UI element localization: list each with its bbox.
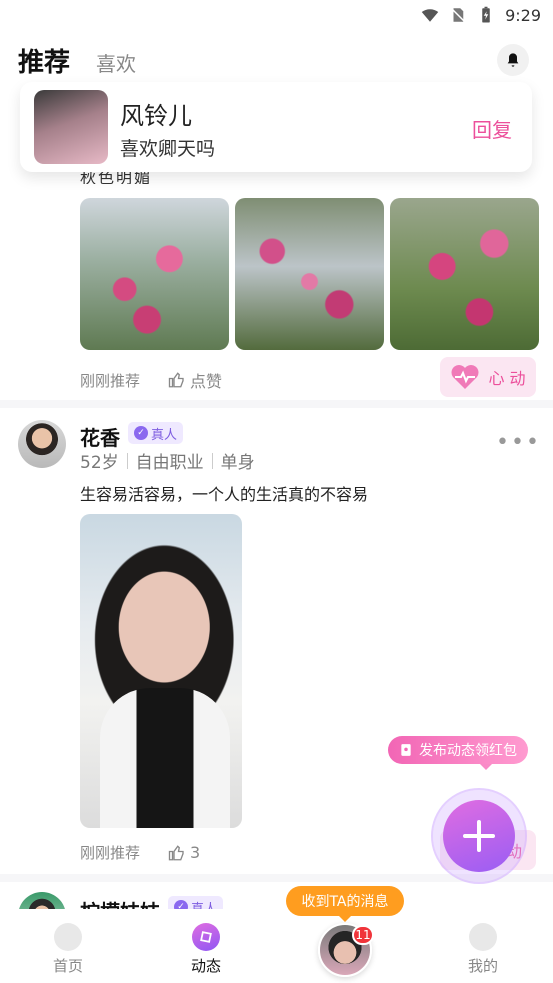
status-bar: 9:29	[0, 0, 553, 30]
like-button[interactable]: 点赞	[168, 368, 222, 392]
post-author-name[interactable]: 花香	[80, 422, 120, 451]
clock: 9:29	[505, 5, 541, 25]
wifi-icon	[421, 9, 439, 22]
moments-icon	[192, 923, 220, 951]
heart-pulse-icon	[451, 365, 479, 389]
thumbs-up-icon	[168, 372, 184, 388]
bottom-navigation: 首页 动态 我的	[0, 909, 553, 983]
publish-reward-tooltip[interactable]: 发布动态领红包	[388, 736, 528, 770]
post-photo[interactable]	[390, 198, 539, 350]
post-time: 刚刚推荐	[80, 371, 141, 390]
like-label: 点赞	[190, 372, 223, 391]
top-tabs: 推荐 喜欢	[0, 38, 553, 82]
author-info: 52岁 自由职业 单身	[80, 448, 255, 473]
like-button[interactable]: 3	[168, 843, 200, 862]
publish-post-button[interactable]	[443, 800, 515, 872]
avatar[interactable]	[18, 420, 66, 468]
post-photo[interactable]	[235, 198, 384, 350]
plus-icon	[463, 820, 495, 852]
bell-icon	[507, 53, 519, 67]
post-photo[interactable]	[80, 198, 229, 350]
author-job: 自由职业	[135, 453, 204, 473]
post-meta: 刚刚推荐 点赞	[80, 368, 222, 392]
like-count: 3	[190, 843, 201, 862]
more-options-icon[interactable]: •••	[496, 430, 541, 455]
post-photo[interactable]	[80, 514, 242, 828]
notification-button[interactable]	[497, 44, 529, 76]
home-icon	[54, 923, 82, 951]
verified-check-icon: ✓	[134, 426, 148, 440]
feed-divider	[0, 400, 553, 408]
nav-mine[interactable]: 我的	[443, 923, 523, 976]
message-notification[interactable]: 风铃儿 喜欢卿天吗 回复	[20, 82, 532, 172]
nav-moments[interactable]: 动态	[166, 923, 246, 976]
verified-badge: ✓ 真人	[128, 422, 184, 444]
heartbeat-label: 心 动	[488, 369, 526, 388]
author-age: 52岁	[80, 453, 119, 473]
post-time: 刚刚推荐	[80, 844, 141, 862]
tab-recommend[interactable]: 推荐	[18, 42, 70, 79]
post-text: 生容易活容易，一个人的生活真的不容易	[80, 485, 369, 504]
sender-name: 风铃儿	[120, 102, 192, 130]
unread-count-badge: 11	[352, 925, 374, 945]
author-status: 单身	[220, 453, 255, 473]
battery-charging-icon	[482, 6, 490, 23]
thumbs-up-icon	[168, 844, 184, 860]
post-photo-grid	[80, 198, 539, 350]
sender-avatar	[34, 90, 108, 164]
reply-button[interactable]: 回复	[472, 114, 512, 143]
message-preview: 喜欢卿天吗	[120, 138, 216, 160]
tab-like[interactable]: 喜欢	[96, 48, 136, 77]
new-message-tip[interactable]: 收到TA的消息	[286, 886, 404, 922]
nav-home[interactable]: 首页	[28, 923, 108, 976]
heartbeat-button[interactable]: 心 动	[440, 357, 536, 397]
post-text-clipped: 秋色明媚	[80, 172, 153, 184]
profile-icon	[469, 923, 497, 951]
red-envelope-icon	[401, 744, 411, 756]
post-meta: 刚刚推荐 3	[80, 842, 200, 863]
no-sim-icon	[451, 8, 465, 22]
